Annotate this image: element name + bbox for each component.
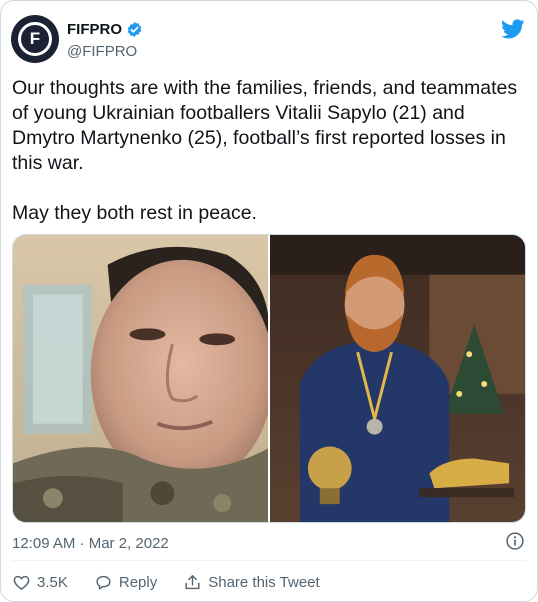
- share-icon: [185, 575, 200, 590]
- photo-left[interactable]: [13, 235, 268, 522]
- verified-badge-icon: [127, 22, 142, 37]
- action-bar: 3.5K Reply Share this Tweet: [12, 573, 346, 592]
- tweet-text: Our thoughts are with the families, frie…: [12, 76, 528, 226]
- photo-right-image: [270, 235, 525, 522]
- like-button[interactable]: 3.5K: [12, 573, 68, 592]
- display-name[interactable]: FIFPRO: [67, 21, 143, 38]
- like-count: 3.5K: [37, 574, 68, 591]
- tweet-timestamp[interactable]: 12:09 AM · Mar 2, 2022: [12, 535, 169, 552]
- account-handle[interactable]: @FIFPRO: [67, 43, 137, 60]
- display-name-text[interactable]: FIFPRO: [67, 21, 122, 38]
- media-gallery: [12, 234, 526, 523]
- tweet-paragraph-2: May they both rest in peace.: [12, 202, 257, 224]
- twitter-bird-icon[interactable]: [501, 17, 525, 41]
- reply-label: Reply: [118, 574, 158, 591]
- fifpro-logo: F: [18, 22, 52, 56]
- share-label: Share this Tweet: [208, 574, 320, 591]
- share-button[interactable]: Share this Tweet: [183, 573, 320, 592]
- photo-right[interactable]: [270, 235, 525, 522]
- avatar[interactable]: F: [11, 15, 59, 63]
- divider: [12, 560, 526, 561]
- tweet-card: F FIFPRO @FIFPRO Our thoughts are with t…: [0, 0, 538, 602]
- tweet-paragraph-1: Our thoughts are with the families, frie…: [12, 77, 518, 174]
- info-icon[interactable]: [505, 531, 525, 551]
- reply-icon: [96, 575, 111, 590]
- heart-icon: [13, 575, 30, 591]
- reply-button[interactable]: Reply: [94, 573, 157, 592]
- photo-left-image: [13, 235, 268, 522]
